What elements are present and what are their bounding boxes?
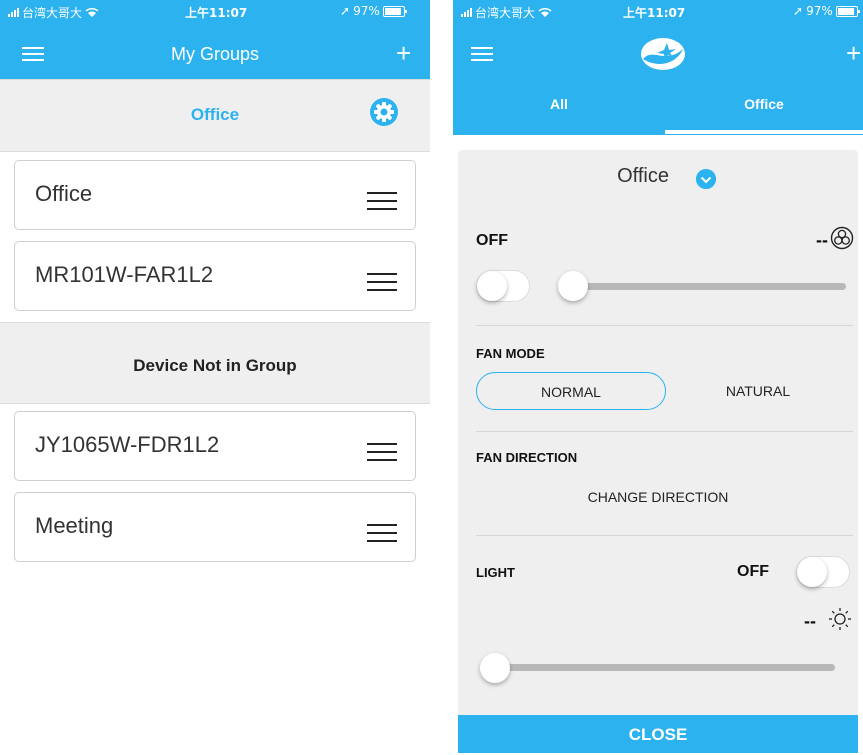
carrier-signal: 台湾大哥大 — [8, 4, 99, 21]
tab-selected-indicator — [665, 130, 863, 134]
location-arrow-icon: ➚ — [340, 4, 351, 18]
app-header: 台湾大哥大 上午11:07 ➚ 97% + All Office — [453, 0, 863, 135]
battery-status: ➚ 97% — [340, 4, 407, 18]
light-brightness-value: -- — [804, 611, 816, 631]
drag-handle-icon[interactable] — [367, 524, 397, 548]
fan-mode-normal-button[interactable]: NORMAL — [476, 372, 666, 410]
device-name: JY1065W-FDR1L2 — [35, 432, 220, 457]
light-brightness-slider-thumb[interactable] — [480, 653, 510, 683]
brand-logo-icon — [641, 38, 685, 70]
divider — [476, 431, 853, 432]
battery-status: ➚ 97% — [793, 4, 860, 18]
drag-handle-icon[interactable] — [367, 443, 397, 467]
wifi-icon — [85, 6, 99, 20]
status-time: 上午11:07 — [623, 6, 686, 20]
signal-icon — [461, 8, 472, 17]
divider — [476, 535, 853, 536]
device-card-meeting[interactable]: Meeting — [14, 492, 416, 562]
fan-icon — [830, 226, 854, 250]
sun-icon — [829, 608, 851, 630]
toggle-knob — [797, 557, 827, 587]
plus-icon[interactable]: + — [846, 40, 861, 66]
plus-icon[interactable]: + — [396, 40, 411, 66]
app-header: 台湾大哥大 上午11:07 ➚ 97% My Groups + — [0, 0, 430, 79]
fan-mode-natural-button[interactable]: NATURAL — [668, 372, 848, 410]
signal-icon — [8, 8, 19, 17]
status-time: 上午11:07 — [185, 6, 248, 20]
ungrouped-section-title: Device Not in Group — [133, 356, 297, 375]
toggle-knob — [477, 271, 507, 301]
battery-icon — [382, 5, 407, 17]
fan-power-toggle[interactable] — [476, 270, 530, 302]
fan-mode-label: FAN MODE — [476, 346, 545, 361]
location-arrow-icon: ➚ — [793, 4, 804, 18]
divider — [476, 325, 853, 326]
chevron-down-icon[interactable] — [696, 169, 716, 189]
gear-icon[interactable] — [370, 98, 398, 126]
group-header-office: Office — [0, 79, 430, 152]
fan-speed-value: -- — [816, 230, 828, 250]
light-brightness-slider[interactable] — [488, 664, 835, 671]
fan-direction-label: FAN DIRECTION — [476, 450, 578, 465]
carrier-name: 台湾大哥大 — [22, 6, 83, 20]
wifi-icon — [538, 6, 552, 20]
device-card-mr101w[interactable]: MR101W-FAR1L2 — [14, 241, 416, 311]
fan-status: OFF — [476, 232, 508, 249]
battery-percent: 97% — [806, 4, 833, 18]
change-direction-button[interactable]: CHANGE DIRECTION — [458, 489, 858, 505]
light-power-toggle[interactable] — [796, 556, 850, 588]
battery-percent: 97% — [353, 4, 380, 18]
page-title: My Groups — [170, 44, 260, 64]
light-label: LIGHT — [476, 565, 515, 580]
tab-all[interactable]: All — [453, 96, 665, 112]
fan-speed-slider[interactable] — [563, 283, 846, 290]
ungrouped-header: Device Not in Group — [0, 322, 430, 404]
device-name: Meeting — [35, 513, 114, 538]
drag-handle-icon[interactable] — [367, 192, 397, 216]
device-name: Office — [35, 181, 93, 206]
carrier-name: 台湾大哥大 — [475, 6, 536, 20]
device-card-office[interactable]: Office — [14, 160, 416, 230]
tab-office[interactable]: Office — [665, 96, 863, 112]
group-section-title: Office — [190, 105, 240, 124]
my-groups-screen: 台湾大哥大 上午11:07 ➚ 97% My Groups + Office O… — [0, 0, 430, 753]
device-name: MR101W-FAR1L2 — [35, 262, 214, 287]
status-bar: 台湾大哥大 上午11:07 ➚ 97% — [0, 0, 430, 22]
device-card-jy1065w[interactable]: JY1065W-FDR1L2 — [14, 411, 416, 481]
drag-handle-icon[interactable] — [367, 273, 397, 297]
carrier-signal: 台湾大哥大 — [461, 4, 552, 21]
hamburger-icon[interactable] — [471, 47, 493, 61]
light-status: OFF — [737, 563, 769, 580]
close-button[interactable]: CLOSE — [458, 715, 858, 753]
status-bar: 台湾大哥大 上午11:07 ➚ 97% — [453, 0, 863, 22]
control-panel: Office OFF -- FAN MODE NORMAL NATURAL FA… — [458, 150, 858, 715]
fan-speed-slider-thumb[interactable] — [558, 271, 588, 301]
group-control-screen: 台湾大哥大 上午11:07 ➚ 97% + All Office Office — [453, 0, 863, 753]
panel-group-title: Office — [617, 165, 669, 187]
battery-icon — [835, 5, 860, 17]
